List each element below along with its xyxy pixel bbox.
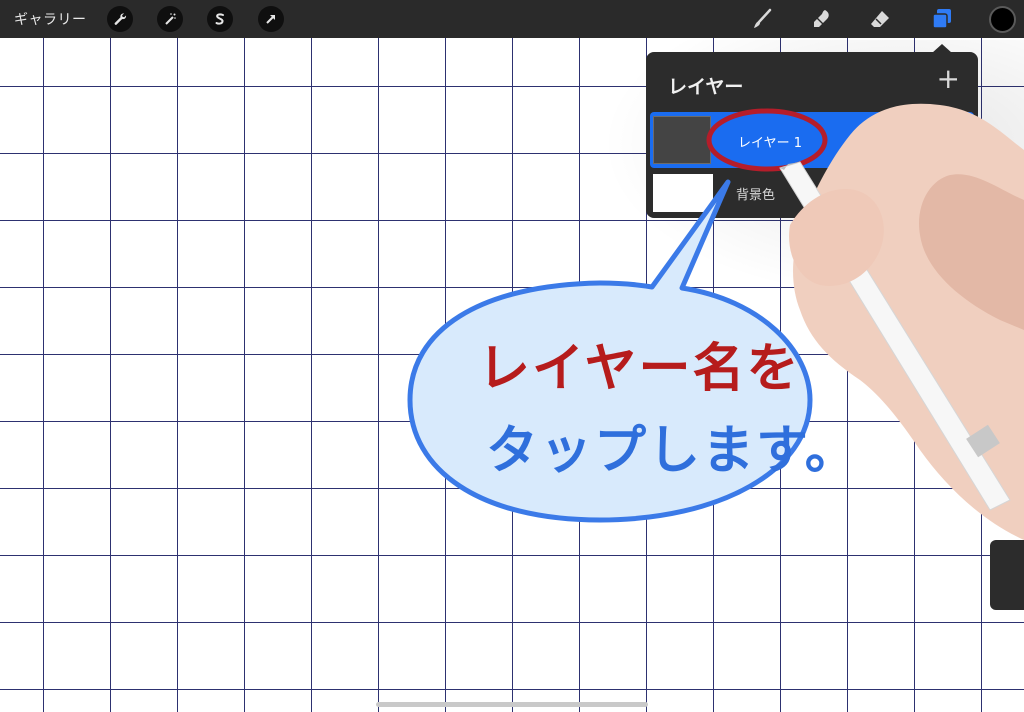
wrench-icon [114, 13, 127, 25]
selection-button[interactable] [207, 6, 233, 32]
layer-name[interactable]: レイヤー 1 [738, 132, 802, 151]
color-picker-button[interactable] [989, 6, 1016, 33]
top-toolbar: ギャラリー [0, 0, 1024, 38]
bubble-text-line1: レイヤー名を [478, 339, 801, 399]
layer-thumbnail [653, 116, 711, 164]
layers-panel: レイヤー + レイヤー 1 ✓ 背景色 [646, 52, 978, 218]
background-thumbnail [653, 174, 713, 212]
adjustments-button[interactable] [157, 6, 183, 32]
smudge-button[interactable] [808, 6, 836, 32]
side-slider[interactable] [990, 540, 1024, 610]
background-layer-name: 背景色 [736, 188, 776, 203]
panel-title: レイヤー [668, 76, 744, 98]
home-indicator [376, 702, 648, 707]
transform-arrow-icon [266, 15, 275, 24]
layer-row-selected[interactable]: レイヤー 1 ✓ [650, 112, 974, 168]
gallery-button[interactable]: ギャラリー [14, 9, 87, 29]
bubble-text-line2: タップします。 [486, 421, 859, 481]
selection-icon [215, 13, 224, 25]
layers-icon [932, 9, 951, 29]
brush-button[interactable] [748, 6, 776, 32]
layer-row-background[interactable]: 背景色 [650, 170, 974, 216]
smudge-icon [814, 10, 829, 27]
eraser-button[interactable] [866, 6, 894, 32]
transform-button[interactable] [258, 6, 284, 32]
brush-icon [754, 8, 772, 28]
layers-button[interactable] [928, 6, 956, 32]
eraser-icon [871, 11, 889, 27]
add-layer-button[interactable]: + [937, 64, 960, 94]
layer-visibility-checkbox[interactable]: ✓ [948, 131, 962, 145]
actions-button[interactable] [107, 6, 133, 32]
magic-wand-icon [165, 13, 176, 25]
